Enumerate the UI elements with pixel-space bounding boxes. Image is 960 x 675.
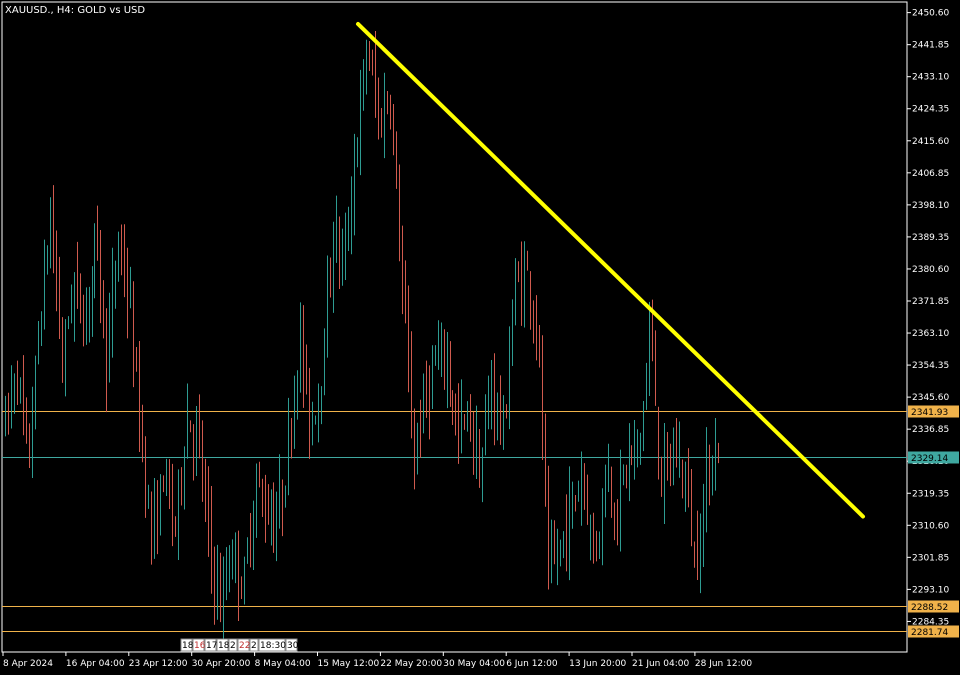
y-tick-label: 2293.10: [912, 585, 949, 595]
y-tick-label: 2363.10: [912, 329, 949, 339]
price-level-tag-label: 2281.74: [911, 628, 948, 638]
y-tick-label: 2406.85: [912, 169, 949, 179]
y-tick-label: 2336.85: [912, 425, 949, 435]
x-tick-label: 8 May 04:00: [255, 659, 311, 669]
x-tick-label: 6 Jun 12:00: [506, 659, 558, 669]
x-tick-label: 13 Jun 20:00: [569, 659, 626, 669]
session-marker-label: 17: [206, 641, 217, 651]
y-tick-label: 2441.85: [912, 41, 949, 51]
y-tick-label: 2433.10: [912, 73, 949, 83]
x-tick-label: 23 Apr 12:00: [129, 659, 188, 669]
x-tick-label: 30 Apr 20:00: [192, 659, 251, 669]
plot-area: [1, 1, 908, 653]
x-tick-label: 15 May 12:00: [318, 659, 380, 669]
x-tick-label: 16 Apr 04:00: [66, 659, 125, 669]
y-tick-label: 2424.35: [912, 105, 949, 115]
y-tick-label: 2415.60: [912, 137, 949, 147]
chart-title: XAUUSD., H4: GOLD vs USD: [5, 5, 145, 16]
session-marker-label: 2: [230, 641, 236, 651]
y-tick-label: 2450.60: [912, 9, 949, 19]
session-marker-label: 30: [287, 641, 299, 651]
session-markers: 18 16 17 18 2 22 2 18:30 30: [180, 638, 299, 652]
y-tick-label: 2319.35: [912, 489, 949, 499]
y-tick-label: 2301.85: [912, 553, 949, 563]
session-marker-label: 18: [182, 641, 194, 651]
x-tick-label: 30 May 04:00: [443, 659, 505, 669]
session-marker-label: 18: [218, 641, 230, 651]
x-tick-label: 8 Apr 2024: [3, 659, 53, 669]
price-level-tag-label: 2341.93: [911, 408, 948, 418]
y-tick-label: 2380.60: [912, 265, 949, 275]
x-tick-label: 28 Jun 12:00: [695, 659, 752, 669]
session-marker-label: 16: [194, 641, 206, 651]
y-tick-label: 2371.85: [912, 297, 949, 307]
x-tick-label: 21 Jun 04:00: [632, 659, 689, 669]
y-tick-label: 2354.35: [912, 361, 949, 371]
y-tick-label: 2389.35: [912, 233, 949, 243]
session-marker-label: 18:30: [260, 641, 286, 651]
y-tick-label: 2310.60: [912, 521, 949, 531]
session-marker-label: 22: [239, 641, 250, 651]
y-tick-label: 2345.60: [912, 393, 949, 403]
x-tick-label: 22 May 20:00: [380, 659, 442, 669]
price-level-tag-label: 2288.52: [911, 603, 948, 613]
y-tick-label: 2398.10: [912, 201, 949, 211]
session-marker-label: 2: [251, 641, 257, 651]
price-level-tag-label: 2329.14: [911, 454, 948, 464]
time-axis[interactable]: 8 Apr 2024 16 Apr 04:00 23 Apr 12:00 30 Apr…: [2, 652, 752, 669]
price-axis[interactable]: 2450.60 2441.85 2433.10 2424.35 2415.60 2406.…: [907, 9, 949, 628]
price-chart[interactable]: 2450.60 2441.85 2433.10 2424.35 2415.60 2406.…: [0, 0, 960, 675]
